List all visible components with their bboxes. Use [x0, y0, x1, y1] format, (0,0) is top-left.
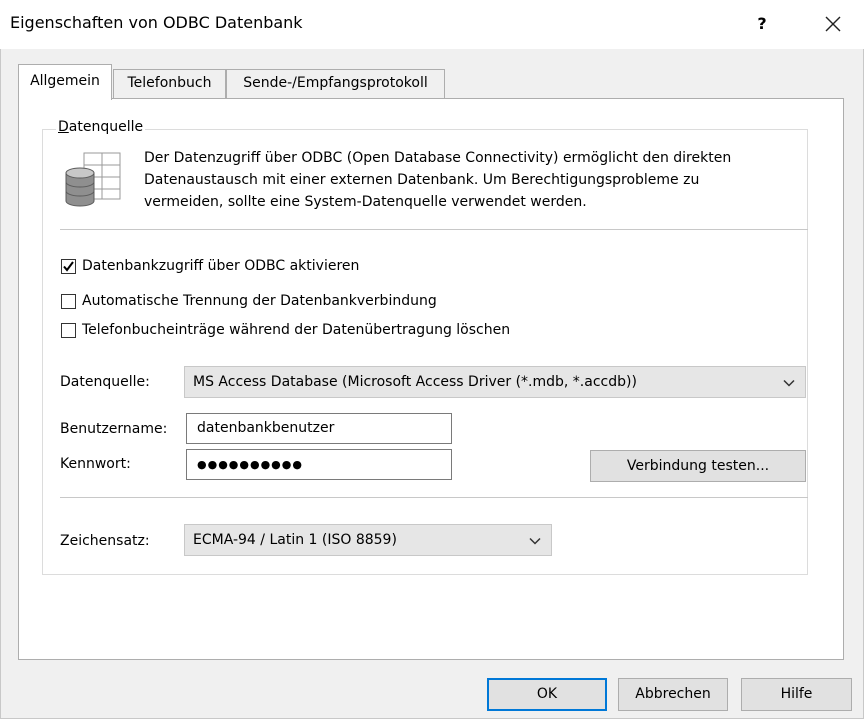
groupbox-label: Datenquelle	[56, 119, 146, 135]
separator-top	[60, 229, 808, 230]
odbc-access-label[interactable]: Datenbankzugriff über ODBC aktivieren	[82, 258, 359, 274]
test-connection-label: Verbindung testen...	[626, 458, 770, 474]
description-line-1: Der Datenzugriff über ODBC (Open Databas…	[144, 150, 732, 166]
help-button[interactable]: Hilfe	[741, 678, 852, 711]
window-title: Eigenschaften von ODBC Datenbank	[10, 13, 303, 32]
description-line-2: Datenaustausch mit einer externen Datenb…	[144, 172, 700, 188]
database-table-icon	[62, 151, 122, 211]
username-value: datenbankbenutzer	[197, 420, 335, 436]
chevron-down-icon	[783, 379, 795, 387]
tab-allgemein[interactable]: Allgemein	[18, 64, 112, 100]
tab-telefonbuch[interactable]: Telefonbuch	[113, 69, 226, 98]
close-icon[interactable]	[812, 6, 854, 42]
separator-bottom	[60, 497, 808, 498]
auto-disconnect-label[interactable]: Automatische Trennung der Datenbankverbi…	[82, 293, 437, 309]
username-input[interactable]: datenbankbenutzer	[186, 413, 452, 444]
auto-disconnect-checkbox[interactable]	[61, 294, 76, 309]
groupbox-label-rest: atenquelle	[68, 119, 144, 135]
password-input[interactable]: ●●●●●●●●●●	[186, 449, 452, 480]
checkmark-icon	[63, 261, 74, 272]
password-label: Kennwort:	[60, 456, 131, 472]
test-connection-button[interactable]: Verbindung testen...	[590, 450, 806, 482]
cancel-button[interactable]: Abbrechen	[618, 678, 728, 711]
charset-value: ECMA-94 / Latin 1 (ISO 8859)	[193, 532, 397, 548]
charset-label: Zeichensatz:	[60, 533, 150, 549]
tab-sende-empfangsprotokoll[interactable]: Sende-/Empfangsprotokoll	[226, 69, 445, 98]
datasource-value: MS Access Database (Microsoft Access Dri…	[193, 374, 637, 390]
password-value: ●●●●●●●●●●	[197, 458, 303, 471]
chevron-down-icon	[529, 537, 541, 545]
datasource-select[interactable]: MS Access Database (Microsoft Access Dri…	[184, 366, 806, 398]
delete-phonebook-label[interactable]: Telefonbucheinträge während der Datenübe…	[82, 322, 510, 338]
delete-phonebook-checkbox[interactable]	[61, 323, 76, 338]
username-label: Benutzername:	[60, 421, 168, 437]
close-x-glyph	[825, 16, 841, 32]
ok-button[interactable]: OK	[487, 678, 607, 711]
description-line-3: vermeiden, sollte eine System-Datenquell…	[144, 194, 587, 210]
odbc-access-checkbox[interactable]	[61, 259, 76, 274]
charset-select[interactable]: ECMA-94 / Latin 1 (ISO 8859)	[184, 524, 552, 556]
help-question-button[interactable]: ?	[744, 8, 780, 40]
datasource-label: Datenquelle:	[60, 374, 150, 390]
